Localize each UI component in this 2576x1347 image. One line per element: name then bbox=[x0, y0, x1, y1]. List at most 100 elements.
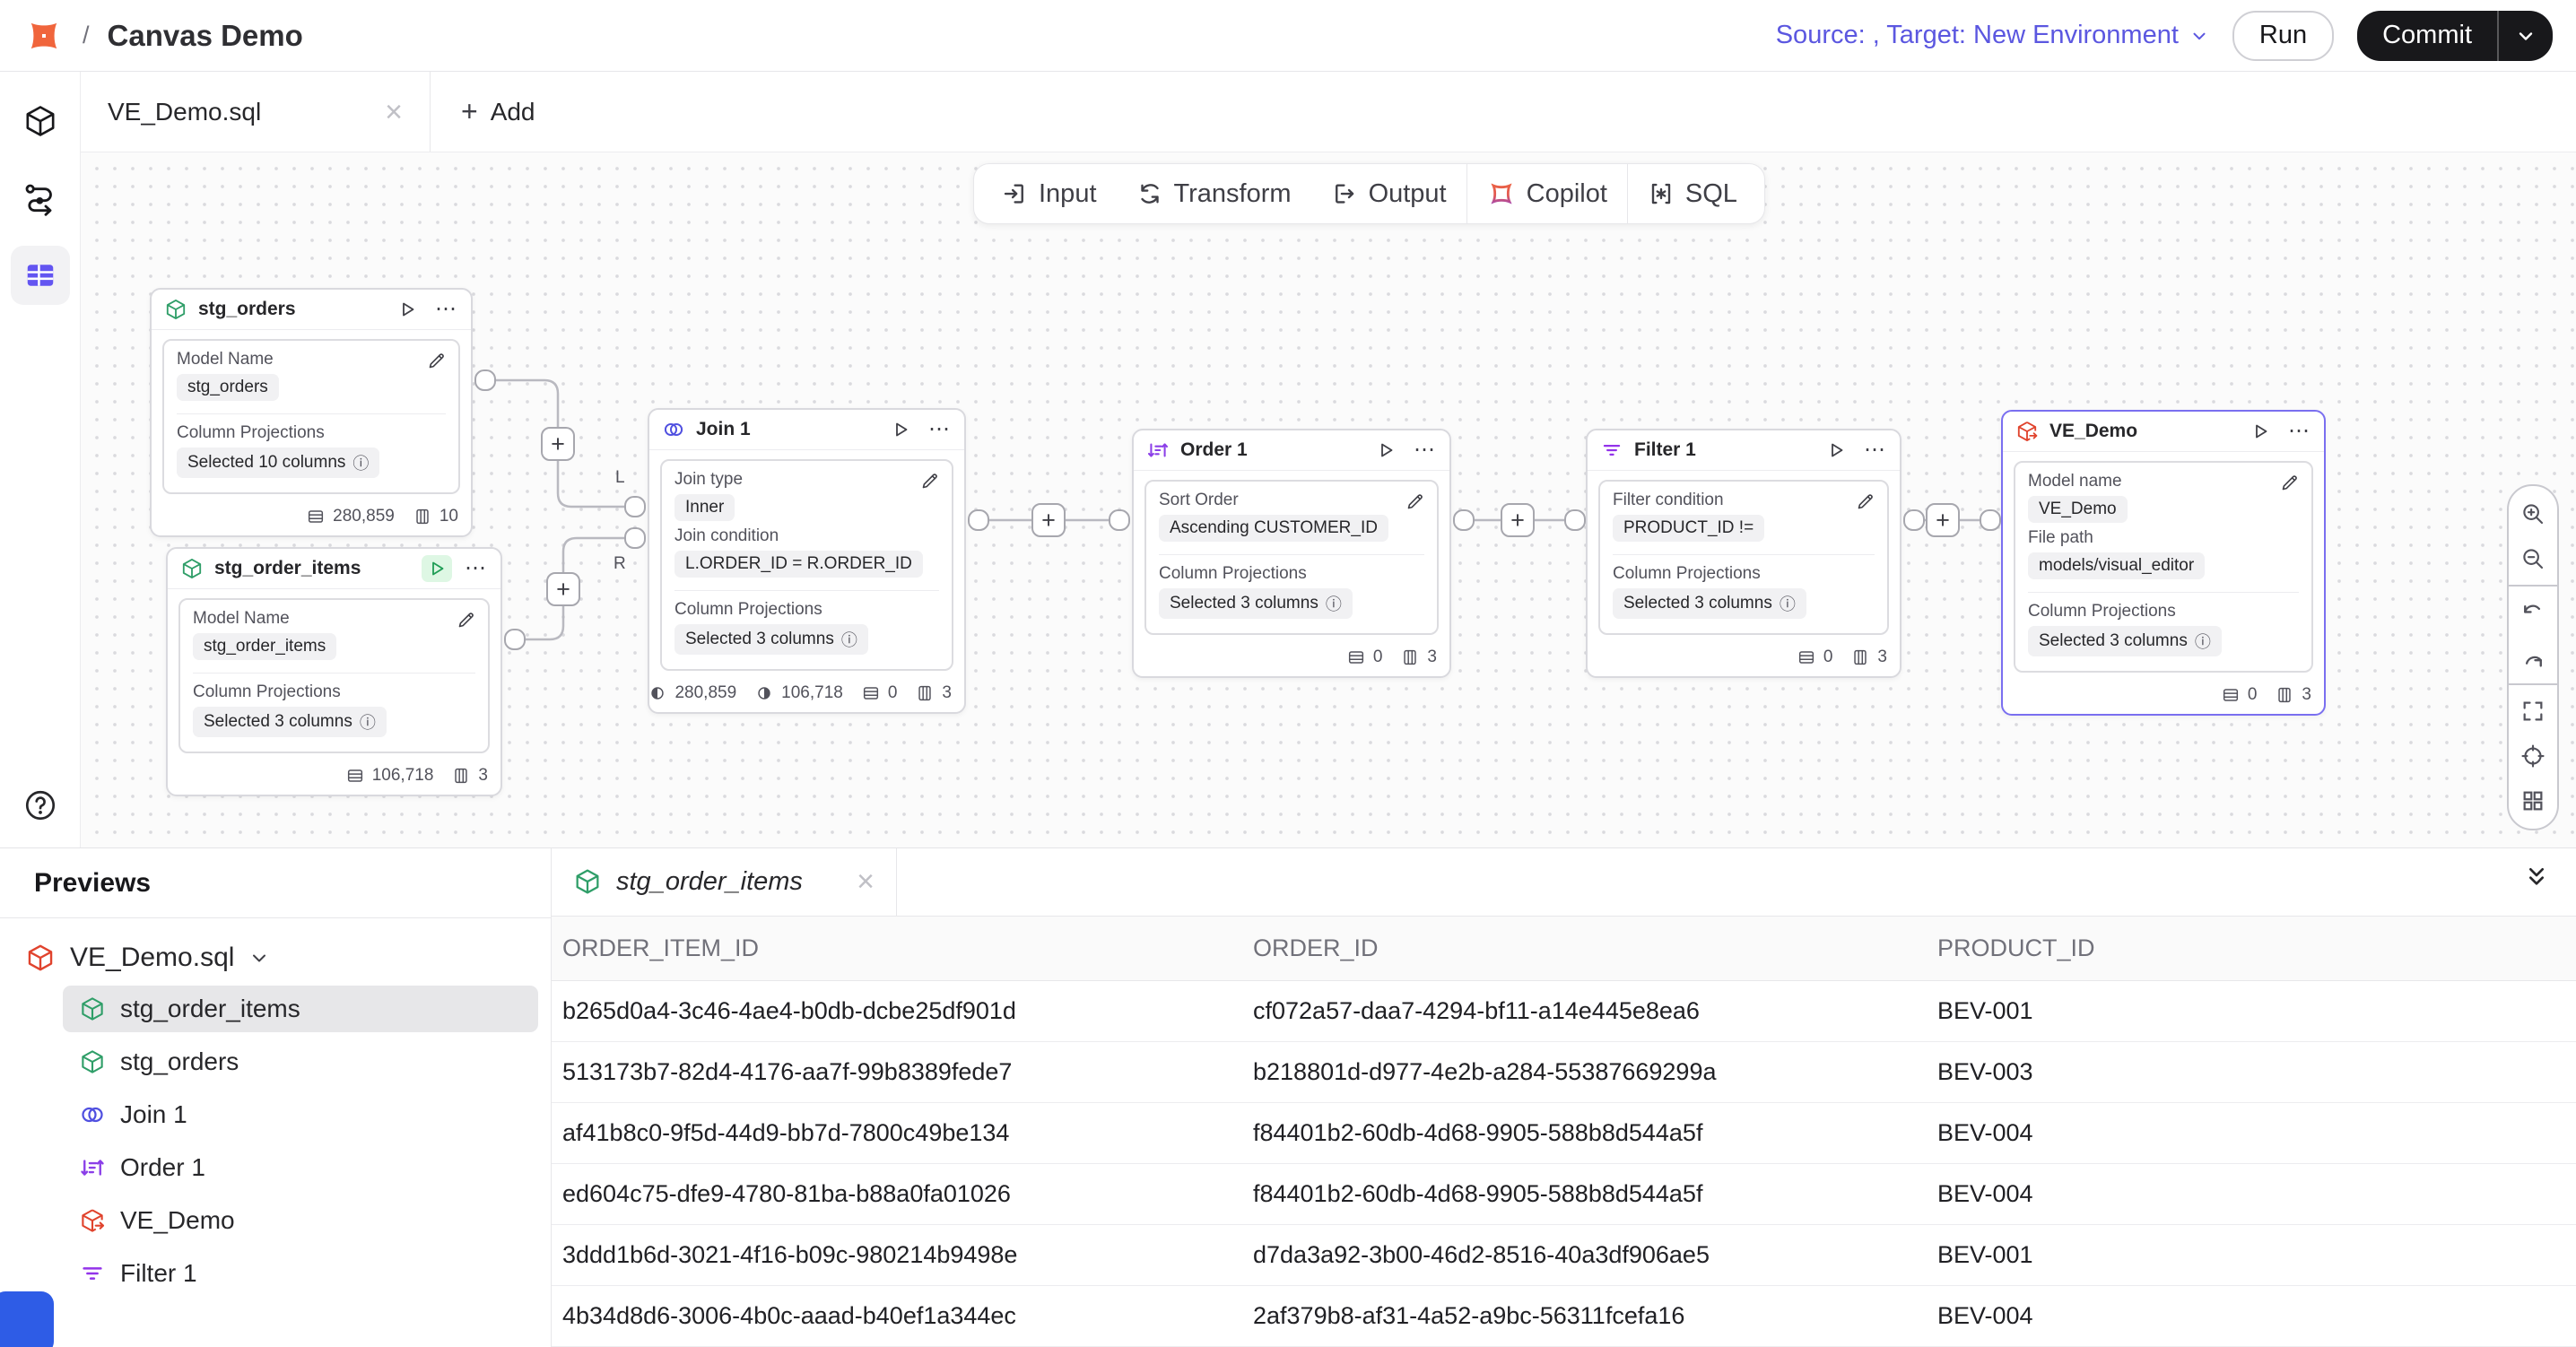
join-condition-pill[interactable]: L.ORDER_ID = R.ORDER_ID bbox=[674, 551, 923, 578]
column-header-product-id[interactable]: PRODUCT_ID bbox=[1937, 934, 2576, 962]
add-node-on-edge-button[interactable]: + bbox=[541, 427, 575, 461]
edit-pencil-icon[interactable] bbox=[1405, 491, 1426, 512]
table-row[interactable]: 3ddd1b6d-3021-4f16-b09c-980214b9498e d7d… bbox=[552, 1225, 2576, 1286]
output-port[interactable] bbox=[1903, 509, 1925, 531]
table-row[interactable]: 4b34d8d6-3006-4b0c-aaad-b40ef1a344ec 2af… bbox=[552, 1286, 2576, 1347]
tree-item-join-1[interactable]: Join 1 bbox=[63, 1091, 538, 1138]
join-right-input-port[interactable] bbox=[624, 527, 646, 549]
collapse-panel-button[interactable] bbox=[2522, 863, 2551, 891]
projections-pill[interactable]: Selected 3 columnsⓘ bbox=[1613, 588, 1806, 619]
tree-item-order-1[interactable]: Order 1 bbox=[63, 1144, 538, 1191]
tree-item-stg-orders[interactable]: stg_orders bbox=[63, 1038, 538, 1085]
edit-pencil-icon[interactable] bbox=[456, 609, 477, 630]
tree-item-filter-1[interactable]: Filter 1 bbox=[63, 1250, 538, 1297]
layout-grid-button[interactable] bbox=[2509, 778, 2557, 823]
preview-results: stg_order_items × ORDER_ITEM_ID ORDER_ID… bbox=[552, 848, 2576, 1347]
table-row[interactable]: b265d0a4-3c46-4ae4-b0db-dcbe25df901d cf0… bbox=[552, 981, 2576, 1042]
play-button[interactable] bbox=[1821, 437, 1851, 464]
output-port[interactable] bbox=[504, 629, 526, 650]
undo-button[interactable] bbox=[2509, 590, 2557, 635]
node-filter-1[interactable]: Filter 1 ⋯ Filter condition PRODUCT_ID !… bbox=[1586, 429, 1902, 678]
input-node-button[interactable]: Input bbox=[981, 164, 1117, 223]
transform-node-button[interactable]: Transform bbox=[1117, 164, 1311, 223]
commit-dropdown-button[interactable] bbox=[2499, 11, 2553, 61]
preview-tab-stg-order-items[interactable]: stg_order_items × bbox=[552, 848, 897, 916]
join-type-pill[interactable]: Inner bbox=[674, 494, 735, 521]
play-button[interactable] bbox=[422, 555, 452, 582]
table-row[interactable]: ed604c75-dfe9-4780-81ba-b88a0fa01026 f84… bbox=[552, 1164, 2576, 1225]
input-port[interactable] bbox=[1980, 509, 2001, 531]
add-node-on-edge-button[interactable]: + bbox=[1926, 503, 1960, 537]
models-nav-button[interactable] bbox=[11, 91, 70, 151]
add-node-on-edge-button[interactable]: + bbox=[546, 572, 580, 606]
output-port[interactable] bbox=[474, 369, 496, 391]
input-port[interactable] bbox=[1564, 509, 1586, 531]
projections-pill[interactable]: Selected 3 columnsⓘ bbox=[193, 707, 387, 737]
sort-order-pill[interactable]: Ascending CUSTOMER_ID bbox=[1159, 515, 1388, 542]
more-menu-button[interactable]: ⋯ bbox=[928, 419, 952, 440]
more-menu-button[interactable]: ⋯ bbox=[435, 299, 458, 320]
help-button[interactable] bbox=[23, 788, 57, 822]
tab-ve-demo-sql[interactable]: VE_Demo.sql × bbox=[81, 72, 431, 152]
redo-button[interactable] bbox=[2509, 635, 2557, 680]
more-menu-button[interactable]: ⋯ bbox=[2288, 421, 2311, 442]
environment-selector[interactable]: Source: , Target: New Environment bbox=[1776, 21, 2209, 50]
node-stg-orders[interactable]: stg_orders ⋯ Model Name stg_orders Colum… bbox=[150, 288, 473, 537]
zoom-out-button[interactable] bbox=[2509, 536, 2557, 581]
model-name-pill[interactable]: stg_order_items bbox=[193, 633, 336, 660]
fit-view-button[interactable] bbox=[2509, 689, 2557, 734]
node-order-1[interactable]: Order 1 ⋯ Sort Order Ascending CUSTOMER_… bbox=[1132, 429, 1451, 678]
add-tab-button[interactable]: + Add bbox=[431, 72, 566, 152]
more-menu-button[interactable]: ⋯ bbox=[465, 558, 488, 579]
filter-condition-pill[interactable]: PRODUCT_ID != bbox=[1613, 515, 1764, 542]
sql-node-button[interactable]: SQL bbox=[1628, 164, 1757, 223]
column-header-order-item-id[interactable]: ORDER_ITEM_ID bbox=[562, 934, 1253, 962]
edit-pencil-icon[interactable] bbox=[426, 350, 448, 371]
add-node-on-edge-button[interactable]: + bbox=[1501, 503, 1535, 537]
projections-pill[interactable]: Selected 3 columnsⓘ bbox=[1159, 588, 1353, 619]
table-row[interactable]: af41b8c0-9f5d-44d9-bb7d-7800c49be134 f84… bbox=[552, 1103, 2576, 1164]
tree-item-stg-order-items[interactable]: stg_order_items bbox=[63, 986, 538, 1032]
output-port[interactable] bbox=[1453, 509, 1475, 531]
run-button[interactable]: Run bbox=[2232, 11, 2334, 61]
node-join-1[interactable]: Join 1 ⋯ Join type Inner Join condition … bbox=[648, 408, 966, 714]
play-button[interactable] bbox=[885, 416, 916, 443]
more-menu-button[interactable]: ⋯ bbox=[1864, 439, 1887, 461]
canvas[interactable]: Input Transform Output bbox=[81, 152, 2576, 847]
commit-button[interactable]: Commit bbox=[2357, 11, 2497, 61]
column-header-order-id[interactable]: ORDER_ID bbox=[1253, 934, 1937, 962]
copilot-button[interactable]: Copilot bbox=[1467, 164, 1627, 223]
results-nav-button[interactable] bbox=[11, 246, 70, 305]
join-left-input-port[interactable] bbox=[624, 496, 646, 517]
edit-pencil-icon[interactable] bbox=[1855, 491, 1876, 512]
node-ve-demo[interactable]: VE_Demo ⋯ Model name VE_Demo File path m… bbox=[2001, 410, 2326, 716]
table-row[interactable]: 513173b7-82d4-4176-aa7f-99b8389fede7 b21… bbox=[552, 1042, 2576, 1103]
node-stg-order-items[interactable]: stg_order_items ⋯ Model Name stg_order_i… bbox=[166, 547, 502, 796]
more-menu-button[interactable]: ⋯ bbox=[1414, 439, 1437, 461]
projections-pill[interactable]: Selected 3 columnsⓘ bbox=[2028, 626, 2222, 656]
join-right-port-label: R bbox=[614, 554, 626, 574]
tree-item-ve-demo[interactable]: VE_Demo bbox=[63, 1197, 538, 1244]
bottom-left-widget[interactable] bbox=[0, 1291, 54, 1347]
play-button[interactable] bbox=[1371, 437, 1401, 464]
edit-pencil-icon[interactable] bbox=[919, 470, 941, 491]
close-icon[interactable]: × bbox=[385, 97, 403, 127]
model-name-pill[interactable]: VE_Demo bbox=[2028, 496, 2128, 523]
add-node-on-edge-button[interactable]: + bbox=[1031, 503, 1066, 537]
play-button[interactable] bbox=[392, 296, 422, 323]
projections-pill[interactable]: Selected 10 columnsⓘ bbox=[177, 448, 379, 478]
tree-root-ve-demo-sql[interactable]: VE_Demo.sql bbox=[25, 936, 538, 979]
file-path-pill[interactable]: models/visual_editor bbox=[2028, 552, 2205, 579]
close-icon[interactable]: × bbox=[857, 866, 875, 897]
zoom-in-button[interactable] bbox=[2509, 491, 2557, 536]
model-name-pill[interactable]: stg_orders bbox=[177, 374, 279, 401]
lineage-nav-button[interactable] bbox=[11, 169, 70, 228]
output-port[interactable] bbox=[968, 509, 989, 531]
input-port[interactable] bbox=[1109, 509, 1130, 531]
previews-tree: VE_Demo.sql stg_order_items stg_orders bbox=[0, 918, 551, 1303]
play-button[interactable] bbox=[2245, 418, 2276, 445]
output-node-button[interactable]: Output bbox=[1311, 164, 1466, 223]
edit-pencil-icon[interactable] bbox=[2279, 472, 2301, 493]
projections-pill[interactable]: Selected 3 columnsⓘ bbox=[674, 624, 868, 655]
locate-button[interactable] bbox=[2509, 734, 2557, 778]
